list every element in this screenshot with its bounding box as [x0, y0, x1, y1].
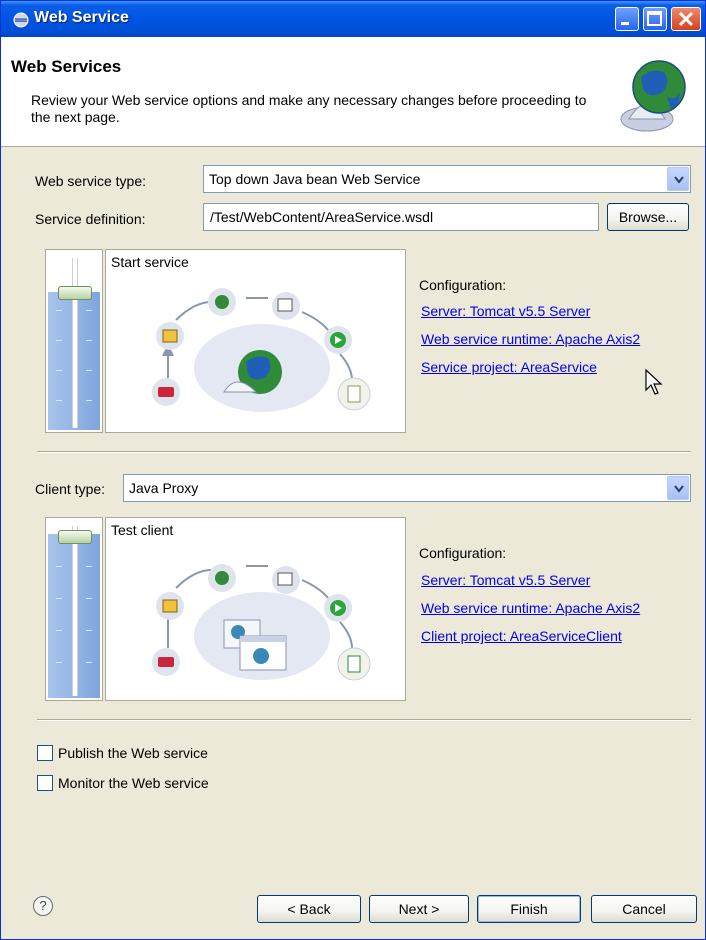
browse-button[interactable]: Browse...	[607, 203, 689, 231]
service-definition-field[interactable]	[203, 203, 599, 231]
slider-tick	[86, 598, 92, 599]
service-config-title: Configuration:	[419, 277, 507, 293]
finish-button[interactable]: Finish	[477, 895, 581, 923]
monitor-label[interactable]: Monitor the Web service	[58, 775, 209, 791]
web-service-type-select[interactable]: Top down Java bean Web Service	[203, 165, 691, 193]
web-service-type-label: Web service type:	[35, 173, 147, 189]
slider-tick	[56, 662, 62, 663]
slider-tick	[86, 630, 92, 631]
back-button[interactable]: < Back	[257, 895, 361, 923]
slider-rail	[72, 526, 78, 696]
slider-tick	[56, 566, 62, 567]
service-runtime-link[interactable]: Web service runtime: Apache Axis2	[421, 331, 640, 347]
publish-label[interactable]: Publish the Web service	[58, 745, 208, 761]
client-type-label: Client type:	[35, 481, 106, 497]
section-separator	[37, 451, 691, 453]
page-title: Web Services	[11, 57, 122, 76]
section-separator	[37, 719, 691, 721]
client-type-value: Java Proxy	[129, 480, 199, 496]
cancel-button[interactable]: Cancel	[591, 895, 697, 923]
help-icon[interactable]: ?	[33, 896, 53, 916]
minimize-icon	[621, 22, 629, 25]
slider-tick	[86, 310, 92, 311]
web-service-type-value: Top down Java bean Web Service	[209, 171, 421, 187]
client-type-select[interactable]: Java Proxy	[123, 474, 691, 502]
slider-tick	[86, 370, 92, 371]
service-definition-input[interactable]	[204, 204, 598, 230]
dropdown-arrow-icon[interactable]	[667, 167, 689, 191]
slider-rail	[72, 258, 78, 428]
slider-tick	[86, 400, 92, 401]
maximize-icon	[647, 11, 662, 26]
service-lifecycle-illustration	[152, 288, 371, 412]
slider-tick	[86, 340, 92, 341]
close-icon	[678, 11, 694, 27]
monitor-checkbox[interactable]	[37, 775, 53, 791]
eclipse-icon	[13, 12, 29, 28]
slider-tick	[86, 662, 92, 663]
window-title: Web Service	[34, 9, 129, 26]
client-project-link[interactable]: Client project: AreaServiceClient	[421, 628, 622, 644]
slider-tick	[56, 630, 62, 631]
wizard-banner: Web Services Review your Web service opt…	[1, 37, 705, 147]
test-client-diagram: Test client	[105, 517, 406, 701]
slider-tick	[56, 370, 62, 371]
service-server-link[interactable]: Server: Tomcat v5.5 Server	[421, 303, 590, 319]
client-runtime-link[interactable]: Web service runtime: Apache Axis2	[421, 600, 640, 616]
slider-tick	[56, 400, 62, 401]
start-service-diagram: Start service	[105, 249, 406, 433]
slider-tick	[86, 566, 92, 567]
service-slider-thumb[interactable]	[58, 286, 92, 300]
slider-tick	[56, 598, 62, 599]
page-description: Review your Web service options and make…	[31, 92, 587, 125]
close-button[interactable]	[671, 7, 701, 31]
service-project-link[interactable]: Service project: AreaService	[421, 359, 597, 375]
next-button[interactable]: Next >	[369, 895, 469, 923]
client-config-title: Configuration:	[419, 545, 507, 561]
mouse-pointer-icon	[645, 368, 663, 395]
publish-checkbox[interactable]	[37, 745, 53, 761]
maximize-button[interactable]	[643, 7, 667, 31]
service-definition-label: Service definition:	[35, 211, 146, 227]
minimize-button[interactable]	[615, 7, 639, 31]
title-bar[interactable]: Web Service	[1, 1, 705, 37]
client-lifecycle-illustration	[152, 564, 371, 681]
web-service-dialog: Web Service Web Services Review your Web…	[0, 0, 706, 940]
slider-tick	[56, 310, 62, 311]
web-service-globe-icon	[620, 60, 686, 132]
slider-tick	[56, 340, 62, 341]
client-level-slider[interactable]	[45, 517, 103, 701]
client-server-link[interactable]: Server: Tomcat v5.5 Server	[421, 572, 590, 588]
client-slider-thumb[interactable]	[58, 530, 92, 544]
dropdown-arrow-icon[interactable]	[667, 476, 689, 500]
service-level-slider[interactable]	[45, 249, 103, 433]
